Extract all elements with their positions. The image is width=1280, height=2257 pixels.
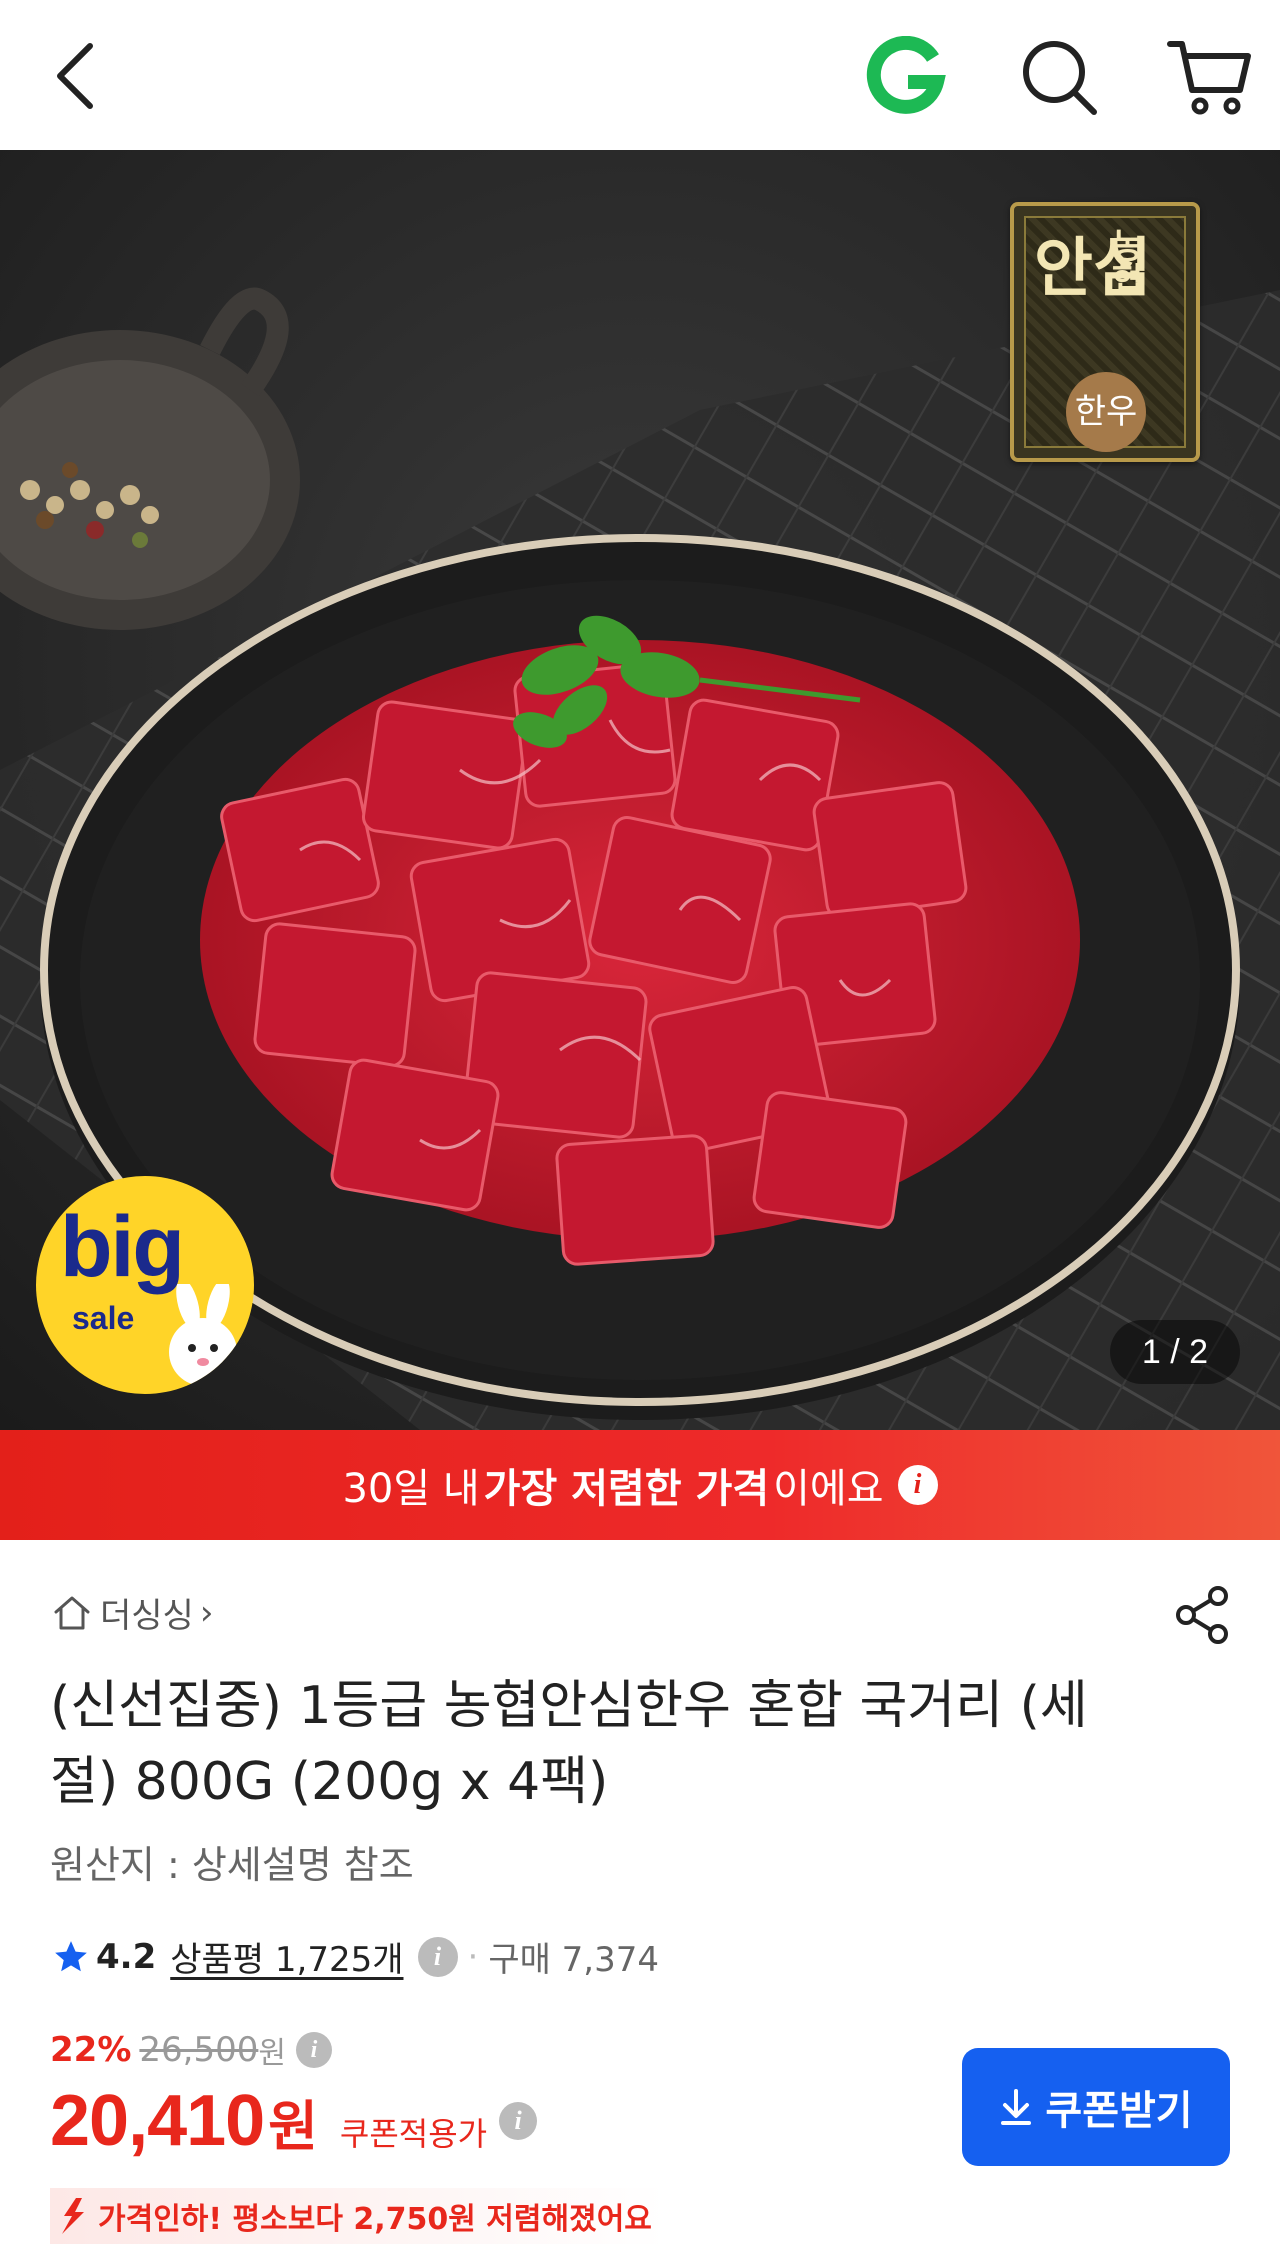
info-icon[interactable]: i <box>417 1936 458 1977</box>
sale-price-unit: 원 <box>268 2095 318 2158</box>
purchase-count: 구매 7,374 <box>488 1940 660 1980</box>
sale-price: 20,410 <box>50 2081 265 2161</box>
big-sale-line1: big <box>60 1199 185 1295</box>
product-origin: 원산지 : 상세설명 참조 <box>50 1843 414 1887</box>
info-icon[interactable]: i <box>295 2032 332 2068</box>
certification-badge: 농협 안심 한우 <box>1010 202 1200 462</box>
search-button[interactable] <box>1016 34 1100 118</box>
product-details: 더싱싱 › (신선집중) 1등급 농협안심한우 혼합 국거리 (세절) 800G… <box>0 1540 1280 2257</box>
down-arrow-icon <box>62 2198 84 2234</box>
share-button[interactable] <box>1174 1584 1232 1646</box>
original-price: 26,500 <box>139 2030 259 2070</box>
lowest-price-banner[interactable]: 30일 내 가장 저렴한 가격 이에요 i <box>0 1430 1280 1540</box>
download-icon <box>1001 2089 1032 2125</box>
share-icon <box>1176 1586 1228 1644</box>
badge-main: 안심 <box>1034 232 1152 306</box>
promo-suffix: 이에요 <box>773 1466 884 1512</box>
discount-percent: 22% <box>50 2030 132 2070</box>
original-price-unit: 원 <box>258 2036 286 2071</box>
sale-price-row: 20,410 원 쿠폰적용가 i <box>50 2080 538 2162</box>
chevron-left-icon <box>57 43 93 109</box>
info-icon[interactable]: i <box>499 2102 538 2140</box>
rabbit-mascot-icon <box>169 1284 237 1386</box>
rating-score: 4.2 <box>96 1936 157 1977</box>
shop-name: 더싱싱 <box>100 1596 194 1636</box>
back-button[interactable] <box>50 38 102 114</box>
gallery-page-counter: 1 / 2 <box>1110 1320 1240 1384</box>
chevron-right-icon: › <box>199 1592 214 1633</box>
price-drop-text: 가격인하! 평소보다 2,750원 저렴해졌어요 <box>98 2202 652 2237</box>
discount-row: 22% 26,500 원 i <box>50 2028 332 2072</box>
product-title: (신선집중) 1등급 농협안심한우 혼합 국거리 (세절) 800G (200g… <box>50 1676 1088 1812</box>
get-coupon-button[interactable]: 쿠폰받기 <box>962 2048 1230 2166</box>
promo-bold-text: 가장 저렴한 가격 <box>483 1466 770 1512</box>
big-sale-line2: sale <box>72 1300 135 1336</box>
g-logo-icon <box>866 35 946 114</box>
star-icon <box>55 1940 87 1971</box>
product-image-gallery[interactable]: 농협 안심 한우 big sale 1 / 2 <box>0 150 1280 1430</box>
separator-dot: · <box>467 1936 479 1977</box>
cart-button[interactable] <box>1164 34 1252 118</box>
search-icon <box>1023 41 1097 115</box>
info-icon[interactable]: i <box>897 1465 938 1505</box>
get-coupon-label: 쿠폰받기 <box>1045 2088 1193 2134</box>
reviews-link[interactable]: 상품평 1,725개 <box>170 1932 403 1981</box>
gmarket-logo[interactable] <box>864 35 946 118</box>
promo-prefix: 30일 내 <box>342 1466 480 1512</box>
coupon-price-label: 쿠폰적용가 <box>339 2115 488 2153</box>
rating-row: 4.2 상품평 1,725개 i · 구매 7,374 <box>52 1932 659 1981</box>
top-navigation-bar <box>0 0 1280 150</box>
badge-sub: 한우 <box>1066 372 1146 452</box>
big-sale-sticker: big sale <box>36 1176 254 1394</box>
shop-link[interactable]: 더싱싱 › <box>52 1588 213 1637</box>
cart-icon <box>1167 41 1251 115</box>
home-icon <box>54 1596 90 1629</box>
price-drop-notice: 가격인하! 평소보다 2,750원 저렴해졌어요 <box>50 2188 666 2244</box>
